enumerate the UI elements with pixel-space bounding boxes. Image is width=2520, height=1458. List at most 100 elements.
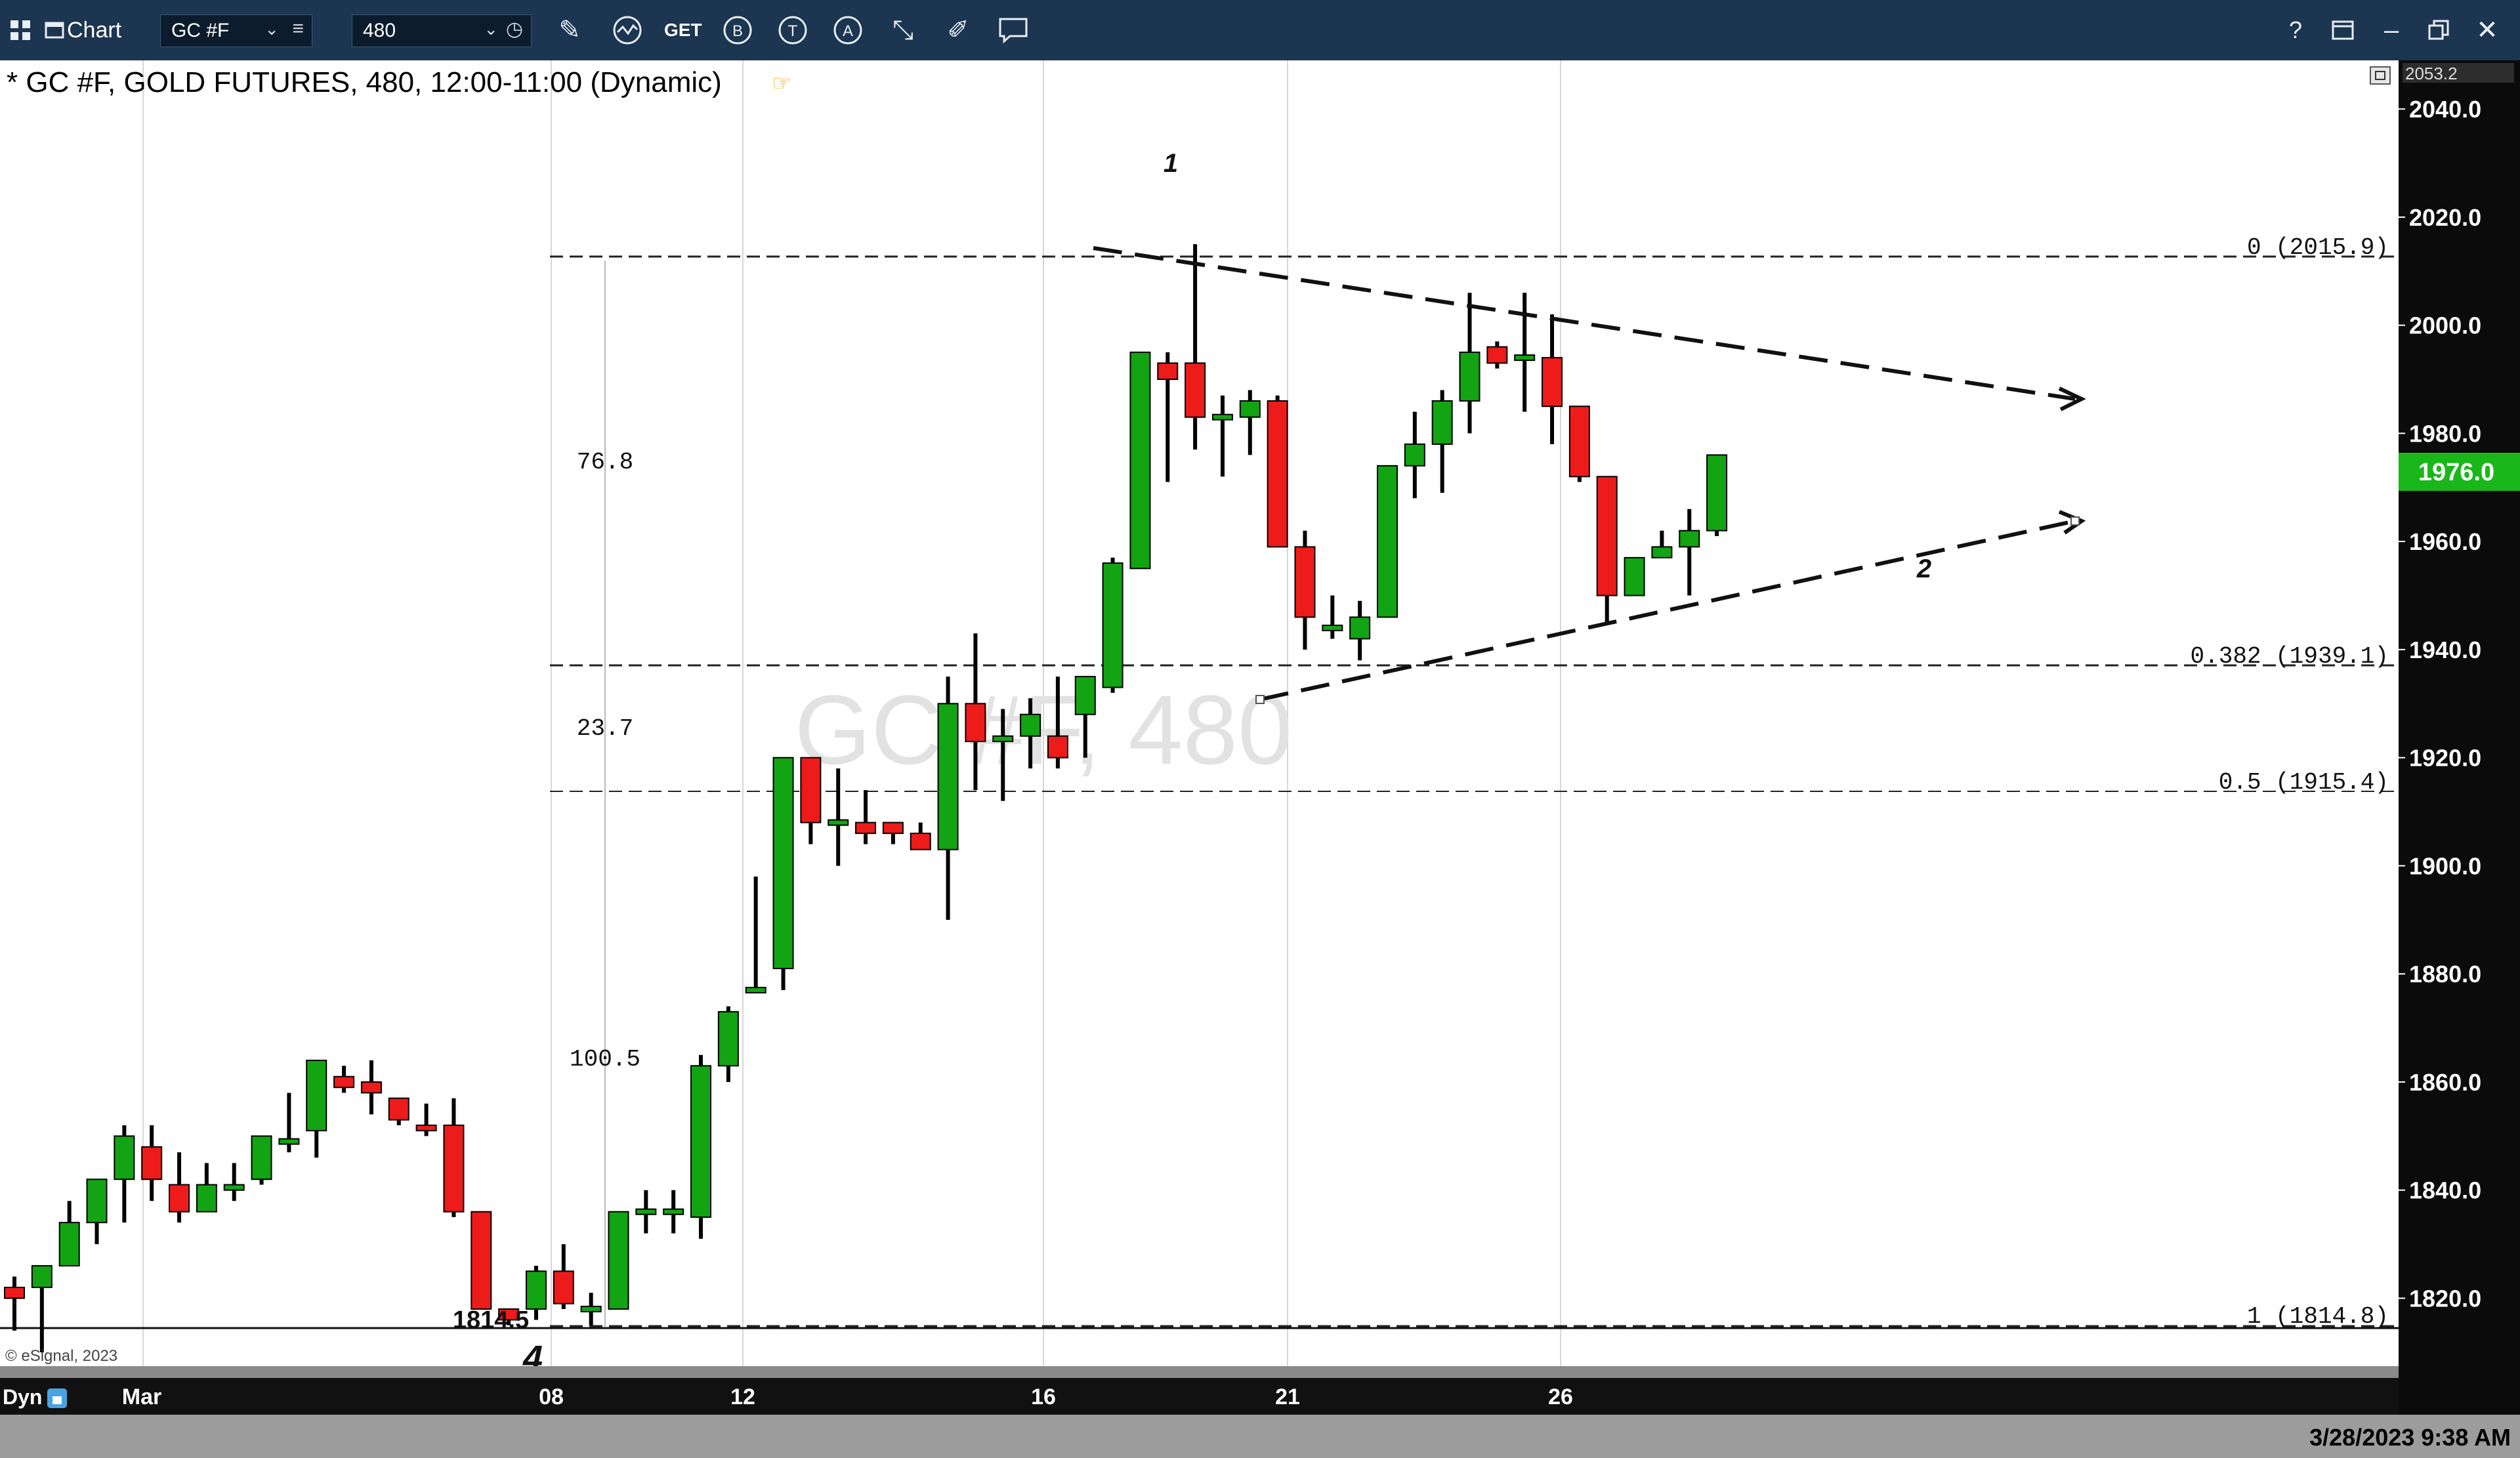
status-bar: 3/28/2023 9:38 AM [0, 1415, 2520, 1458]
candle-body-up [1211, 413, 1233, 421]
dynamic-indicator-icon[interactable]: ☞ [772, 70, 791, 96]
candle [1322, 595, 1343, 639]
candle [1129, 351, 1151, 570]
chevron-down-icon[interactable]: ⌄ [484, 19, 498, 39]
price-label: 1840.0 [2409, 1177, 2481, 1204]
candle [1377, 465, 1398, 618]
candle [1157, 352, 1179, 482]
fib-label-0382: 0.382 (1939.1) [2191, 643, 2389, 670]
candle-body-up [1679, 530, 1700, 548]
clock-icon[interactable]: ◷ [506, 18, 523, 41]
date-label-08: 08 [539, 1385, 564, 1409]
candle-body-down [333, 1075, 355, 1089]
lock-icon[interactable] [47, 1388, 67, 1408]
candle-body-up [717, 1010, 739, 1067]
candle [1431, 390, 1453, 493]
alert-button[interactable]: A [828, 0, 868, 60]
minimize-button[interactable]: – [2372, 0, 2411, 60]
price-label: 1820.0 [2409, 1285, 2481, 1312]
interval-input[interactable]: 480 ⌄ ◷ [352, 14, 532, 47]
draw-pencil-icon[interactable]: ✎ [550, 0, 589, 60]
candle [1542, 314, 1563, 444]
candle-body-down [1047, 735, 1068, 759]
upper-trendline[interactable] [1093, 246, 2076, 401]
dyn-label: Dyn [3, 1385, 42, 1409]
symbol-input[interactable]: GC #F ⌄ ≡ [160, 14, 312, 47]
close-button[interactable]: ✕ [2468, 0, 2507, 60]
candle [1679, 509, 1700, 596]
date-label-12: 12 [730, 1385, 755, 1409]
chevron-down-icon[interactable]: ⌄ [264, 19, 279, 39]
comment-icon[interactable] [994, 0, 1033, 60]
candle [1596, 476, 1618, 623]
candle-body-up [690, 1065, 711, 1218]
fib-label-0: 0 (2015.9) [2247, 234, 2389, 261]
fibonacci-levels[interactable] [550, 255, 2394, 1327]
candle-body-up [608, 1211, 629, 1310]
measure-label-upper: 76.8 [577, 449, 633, 476]
status-timestamp: 3/28/2023 9:38 AM [2309, 1424, 2511, 1451]
candle-body-down [415, 1124, 437, 1132]
date-label-mar: Mar [122, 1385, 161, 1409]
help-button[interactable]: ? [2276, 0, 2315, 60]
candle-body-up [1404, 443, 1425, 467]
candle [1459, 293, 1480, 434]
wave-label-2: 2 [1916, 554, 1931, 583]
wave-label-4: 4 [522, 1339, 543, 1366]
price-chart[interactable]: GC #F, 480 0 (2015.9) 0.382 (1939.1) 0.5… [0, 60, 2399, 1366]
candle [223, 1163, 245, 1201]
maximize-pane-icon[interactable] [2370, 66, 2391, 85]
candle-body-up [580, 1305, 602, 1312]
candle [663, 1190, 684, 1234]
candle-body-up [251, 1135, 272, 1180]
candle-body-up [86, 1178, 108, 1224]
candle-body-up [58, 1222, 80, 1267]
price-label: 2020.0 [2409, 204, 2481, 231]
candle-body-down [388, 1097, 410, 1121]
restore-button[interactable] [2419, 0, 2458, 60]
cursor-tool-icon[interactable]: ⤡ [883, 0, 923, 60]
candle [1651, 530, 1673, 558]
svg-text:B: B [732, 22, 743, 40]
candle-body-up [772, 757, 794, 969]
candle [745, 876, 766, 993]
trendline-handle[interactable] [2070, 516, 2080, 526]
candle-body-up [1624, 556, 1645, 596]
symbol-value: GC #F [171, 20, 230, 41]
trade-button[interactable]: T [773, 0, 812, 60]
svg-text:T: T [788, 22, 798, 40]
candle-body-down [855, 822, 877, 835]
buy-button[interactable]: B [718, 0, 757, 60]
menu-icon[interactable]: ≡ [292, 18, 304, 40]
candle [58, 1201, 80, 1267]
edit-note-icon[interactable]: ✐ [938, 0, 978, 60]
candle-body-down [471, 1211, 492, 1310]
candle-body-down [910, 833, 931, 850]
chart-toolbar: Chart GC #F ⌄ ≡ 480 ⌄ ◷ ✎ GET B T A ⤡ ✐ … [0, 0, 2520, 60]
candle [717, 1006, 739, 1082]
candle [635, 1190, 657, 1234]
wave-label-1: 1 [1164, 149, 1178, 178]
price-label: 1920.0 [2409, 745, 2481, 772]
price-label: 1860.0 [2409, 1069, 2481, 1096]
candle-body-up [1074, 676, 1096, 715]
candle [1706, 454, 1728, 536]
candle [114, 1125, 135, 1223]
candle [169, 1152, 190, 1223]
candle [1624, 556, 1645, 596]
candle [306, 1060, 327, 1158]
candle-body-up [663, 1208, 684, 1215]
candle-body-down [1157, 362, 1179, 381]
price-label: 1880.0 [2409, 961, 2481, 988]
candle-body-down [360, 1081, 382, 1094]
study-wave-icon[interactable] [608, 0, 647, 60]
candlestick-series [4, 244, 1728, 1352]
get-data-button[interactable]: GET [664, 0, 702, 60]
settings-window-icon[interactable] [2323, 0, 2362, 60]
candle-body-down [1596, 476, 1618, 596]
price-axis-labels: 2040.0 2020.0 2000.0 1980.0 1960.0 1940.0 1920… [2399, 96, 2481, 1312]
trendline-handle[interactable] [1255, 695, 1265, 704]
price-axis[interactable]: 2040.0 2020.0 2000.0 1980.0 1960.0 1940.0 1920… [2399, 60, 2520, 1415]
date-axis[interactable]: Dyn Mar 08 12 16 21 26 [0, 1378, 2399, 1415]
grid-icon[interactable] [9, 0, 35, 60]
